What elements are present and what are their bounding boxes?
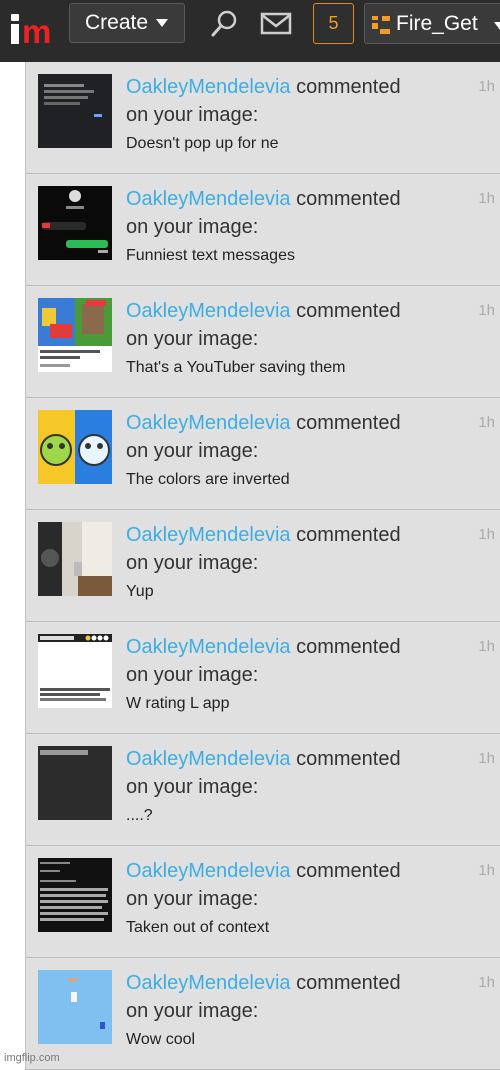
target-text: on your image: — [126, 776, 259, 798]
target-text: on your image: — [126, 104, 259, 126]
target-text: on your image: — [126, 552, 259, 574]
timestamp: 1h — [478, 190, 495, 207]
search-icon[interactable] — [209, 8, 241, 38]
commenter-username[interactable]: OakleyMendelevia — [126, 748, 291, 770]
timestamp: 1h — [478, 78, 495, 95]
comment-text: The colors are inverted — [126, 471, 290, 488]
create-label: Create — [85, 11, 149, 34]
create-button[interactable]: Create — [69, 3, 185, 43]
comment-text: Wow cool — [126, 1031, 196, 1048]
notification-item[interactable]: OakleyMendelevia commented on your image… — [26, 734, 500, 846]
action-text: commented — [296, 76, 401, 98]
user-icon — [372, 16, 390, 34]
timestamp: 1h — [478, 414, 495, 431]
timestamp: 1h — [478, 302, 495, 319]
action-text: commented — [296, 972, 401, 994]
image-thumbnail[interactable] — [38, 970, 112, 1044]
image-thumbnail[interactable] — [38, 186, 112, 260]
top-bar: m Create 5 Fire_Get — [0, 0, 500, 62]
action-text: commented — [296, 748, 401, 770]
username: Fire_Get — [396, 12, 478, 35]
timestamp: 1h — [478, 750, 495, 767]
notification-item[interactable]: OakleyMendelevia commented on your image… — [26, 846, 500, 958]
comment-text: Doesn't pop up for ne — [126, 135, 279, 152]
comment-text: Taken out of context — [126, 919, 270, 936]
target-text: on your image: — [126, 1000, 259, 1022]
notification-item[interactable]: OakleyMendelevia commented on your image… — [26, 398, 500, 510]
target-text: on your image: — [126, 216, 259, 238]
chevron-down-icon — [494, 22, 500, 30]
logo-m-mark: m — [22, 13, 51, 50]
commenter-username[interactable]: OakleyMendelevia — [126, 188, 291, 210]
target-text: on your image: — [126, 664, 259, 686]
timestamp: 1h — [478, 526, 495, 543]
target-text: on your image: — [126, 328, 259, 350]
notification-item[interactable]: OakleyMendelevia commented on your image… — [26, 174, 500, 286]
comment-text: That's a YouTuber saving them — [126, 359, 346, 376]
timestamp: 1h — [478, 862, 495, 879]
comment-text: Funniest text messages — [126, 247, 295, 264]
notification-item[interactable]: OakleyMendelevia commented on your image… — [26, 286, 500, 398]
commenter-username[interactable]: OakleyMendelevia — [126, 412, 291, 434]
action-text: commented — [296, 524, 401, 546]
commenter-username[interactable]: OakleyMendelevia — [126, 524, 291, 546]
image-thumbnail[interactable] — [38, 298, 112, 372]
action-text: commented — [296, 300, 401, 322]
timestamp: 1h — [478, 974, 495, 991]
action-text: commented — [296, 860, 401, 882]
notification-count: 5 — [328, 13, 339, 33]
timestamp: 1h — [478, 638, 495, 655]
imgflip-logo[interactable]: m — [10, 12, 56, 48]
notification-item[interactable]: OakleyMendelevia commented on your image… — [26, 958, 500, 1070]
commenter-username[interactable]: OakleyMendelevia — [126, 76, 291, 98]
comment-text: W rating L app — [126, 695, 230, 712]
action-text: commented — [296, 188, 401, 210]
target-text: on your image: — [126, 888, 259, 910]
mail-icon[interactable] — [260, 8, 292, 38]
notification-list: OakleyMendelevia commented on your image… — [25, 62, 500, 1070]
action-text: commented — [296, 636, 401, 658]
image-thumbnail[interactable] — [38, 74, 112, 148]
comment-text: Yup — [126, 583, 154, 600]
notification-item[interactable]: OakleyMendelevia commented on your image… — [26, 622, 500, 734]
notifications-button[interactable]: 5 — [313, 3, 354, 44]
image-thumbnail[interactable] — [38, 858, 112, 932]
notification-item[interactable]: OakleyMendelevia commented on your image… — [26, 510, 500, 622]
image-thumbnail[interactable] — [38, 522, 112, 596]
image-thumbnail[interactable] — [38, 746, 112, 820]
notification-item[interactable]: OakleyMendelevia commented on your image… — [26, 62, 500, 174]
commenter-username[interactable]: OakleyMendelevia — [126, 972, 291, 994]
logo-i-mark — [10, 14, 20, 44]
image-thumbnail[interactable] — [38, 634, 112, 708]
imgflip-watermark: imgflip.com — [4, 1052, 60, 1064]
comment-text: ....? — [126, 807, 153, 824]
user-menu-button[interactable]: Fire_Get — [364, 3, 500, 44]
chevron-down-icon — [156, 19, 169, 27]
commenter-username[interactable]: OakleyMendelevia — [126, 636, 291, 658]
image-thumbnail[interactable] — [38, 410, 112, 484]
action-text: commented — [296, 412, 401, 434]
target-text: on your image: — [126, 440, 259, 462]
commenter-username[interactable]: OakleyMendelevia — [126, 860, 291, 882]
commenter-username[interactable]: OakleyMendelevia — [126, 300, 291, 322]
